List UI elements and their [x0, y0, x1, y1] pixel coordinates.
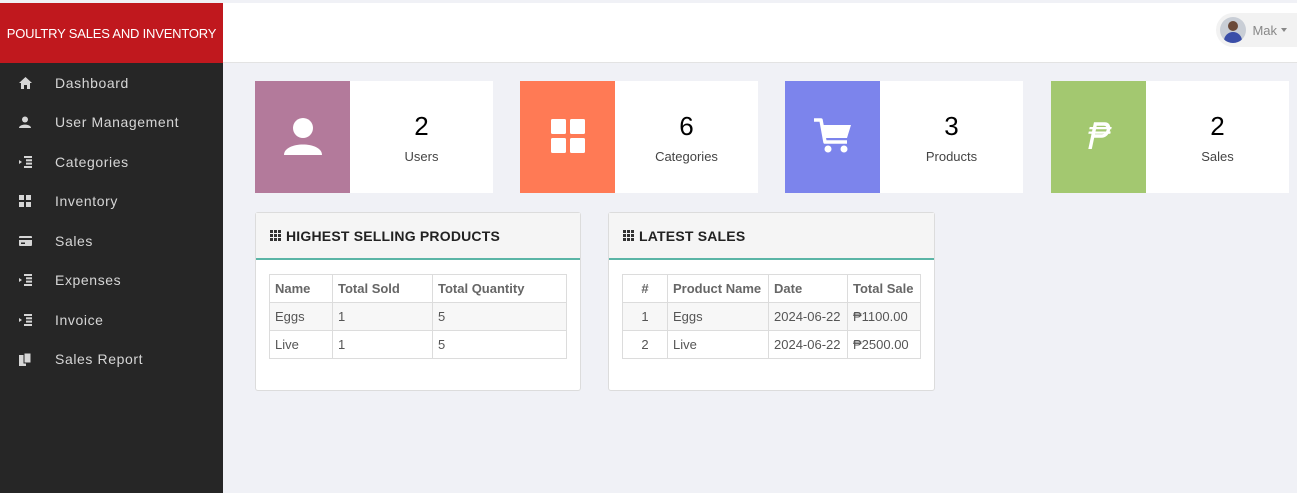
grid-icon — [18, 194, 32, 208]
latest-sales-table: # Product Name Date Total Sale 1 Eggs 20… — [622, 274, 921, 359]
panel-heading: LATEST SALES — [609, 213, 934, 260]
latest-sales-panel: LATEST SALES # Product Name Date Total S… — [608, 212, 935, 391]
sidebar-item-invoice[interactable]: Invoice — [0, 300, 223, 340]
table-cell: Live — [667, 330, 769, 359]
sidebar-item-label: Invoice — [55, 311, 104, 328]
column-header[interactable]: Date — [768, 274, 848, 303]
top-navbar: Mak — [223, 3, 1297, 63]
column-header[interactable]: Total Sale — [847, 274, 921, 303]
table-cell: Eggs — [269, 302, 333, 331]
table-cell: 2024-06-22 — [768, 302, 848, 331]
table-cell: 1 — [332, 302, 433, 331]
th-icon — [270, 230, 281, 241]
column-header[interactable]: Product Name — [667, 274, 769, 303]
stat-value: 3 — [944, 110, 959, 141]
sidebar: Dashboard User Management Categories Inv… — [0, 63, 223, 493]
column-header[interactable]: Name — [269, 274, 333, 303]
user-icon — [18, 115, 32, 129]
stat-card-sales: 2 Sales — [1051, 81, 1289, 193]
stat-icon-box — [785, 81, 880, 193]
sidebar-item-dashboard[interactable]: Dashboard — [0, 63, 223, 103]
table-cell: Live — [269, 330, 333, 359]
sidebar-item-label: Dashboard — [55, 74, 129, 91]
list-indent-icon — [18, 313, 32, 327]
user-icon — [283, 117, 323, 158]
sidebar-item-inventory[interactable]: Inventory — [0, 182, 223, 222]
sidebar-item-label: Inventory — [55, 193, 118, 210]
home-icon — [18, 76, 32, 90]
table-cell: 2 — [622, 330, 668, 359]
chevron-down-icon — [1281, 28, 1287, 32]
sidebar-item-sales-report[interactable]: Sales Report — [0, 340, 223, 380]
table-cell: Eggs — [667, 302, 769, 331]
table-row: 1 Eggs 2024-06-22 ₱1100.00 — [622, 302, 921, 331]
stat-label: Sales — [1201, 148, 1234, 164]
table-row: Eggs 1 5 — [269, 302, 567, 331]
table-cell: 2024-06-22 — [768, 330, 848, 359]
stat-label: Products — [925, 148, 978, 164]
stat-card-categories: 6 Categories — [520, 81, 758, 193]
sidebar-item-categories[interactable]: Categories — [0, 142, 223, 182]
column-header[interactable]: Total Quantity — [432, 274, 567, 303]
stat-value: 2 — [414, 110, 429, 141]
stat-icon-box — [520, 81, 615, 193]
sidebar-item-label: User Management — [55, 114, 180, 131]
stat-card-users: 2 Users — [255, 81, 493, 193]
sidebar-item-sales[interactable]: Sales — [0, 221, 223, 261]
list-indent-icon — [18, 155, 32, 169]
table-cell: 1 — [622, 302, 668, 331]
highest-selling-panel: HIGHEST SELLING PRODUCTS Name Total Sold… — [255, 212, 581, 391]
table-row: Live 1 5 — [269, 330, 567, 359]
sidebar-item-label: Sales Report — [55, 351, 144, 368]
avatar — [1220, 17, 1247, 43]
sidebar-item-label: Expenses — [55, 272, 122, 289]
peso-icon — [1084, 121, 1114, 154]
list-indent-icon — [18, 273, 32, 287]
stat-icon-box — [1051, 81, 1146, 193]
sidebar-item-label: Sales — [55, 232, 94, 249]
stat-card-products: 3 Products — [785, 81, 1023, 193]
stat-value: 2 — [1210, 110, 1225, 141]
sidebar-item-label: Categories — [55, 153, 129, 170]
table-cell: ₱2500.00 — [847, 330, 921, 359]
panel-title: LATEST SALES — [639, 227, 746, 244]
th-icon — [623, 230, 634, 241]
table-cell: ₱1100.00 — [847, 302, 921, 331]
highest-selling-table: Name Total Sold Total Quantity Eggs 1 5 … — [269, 274, 567, 359]
brand-title[interactable]: POULTRY SALES AND INVENTORY — [0, 3, 223, 63]
column-header[interactable]: # — [622, 274, 668, 303]
table-cell: 5 — [432, 302, 567, 331]
table-cell: 5 — [432, 330, 567, 359]
credit-card-icon — [18, 234, 32, 248]
sidebar-item-user-management[interactable]: User Management — [0, 103, 223, 143]
stat-label: Categories — [655, 148, 718, 164]
panel-heading: HIGHEST SELLING PRODUCTS — [256, 213, 580, 260]
user-menu[interactable]: Mak — [1216, 13, 1297, 47]
stat-value: 6 — [679, 110, 694, 141]
stat-label: Users — [404, 148, 439, 164]
table-cell: 1 — [332, 330, 433, 359]
duplicate-icon — [18, 352, 32, 366]
cart-icon — [813, 117, 852, 157]
table-row: 2 Live 2024-06-22 ₱2500.00 — [622, 330, 921, 359]
stat-icon-box — [255, 81, 350, 193]
user-name: Mak — [1252, 22, 1277, 38]
sidebar-item-expenses[interactable]: Expenses — [0, 261, 223, 301]
column-header[interactable]: Total Sold — [332, 274, 433, 303]
grid-icon — [550, 118, 585, 156]
panel-title: HIGHEST SELLING PRODUCTS — [286, 227, 501, 244]
